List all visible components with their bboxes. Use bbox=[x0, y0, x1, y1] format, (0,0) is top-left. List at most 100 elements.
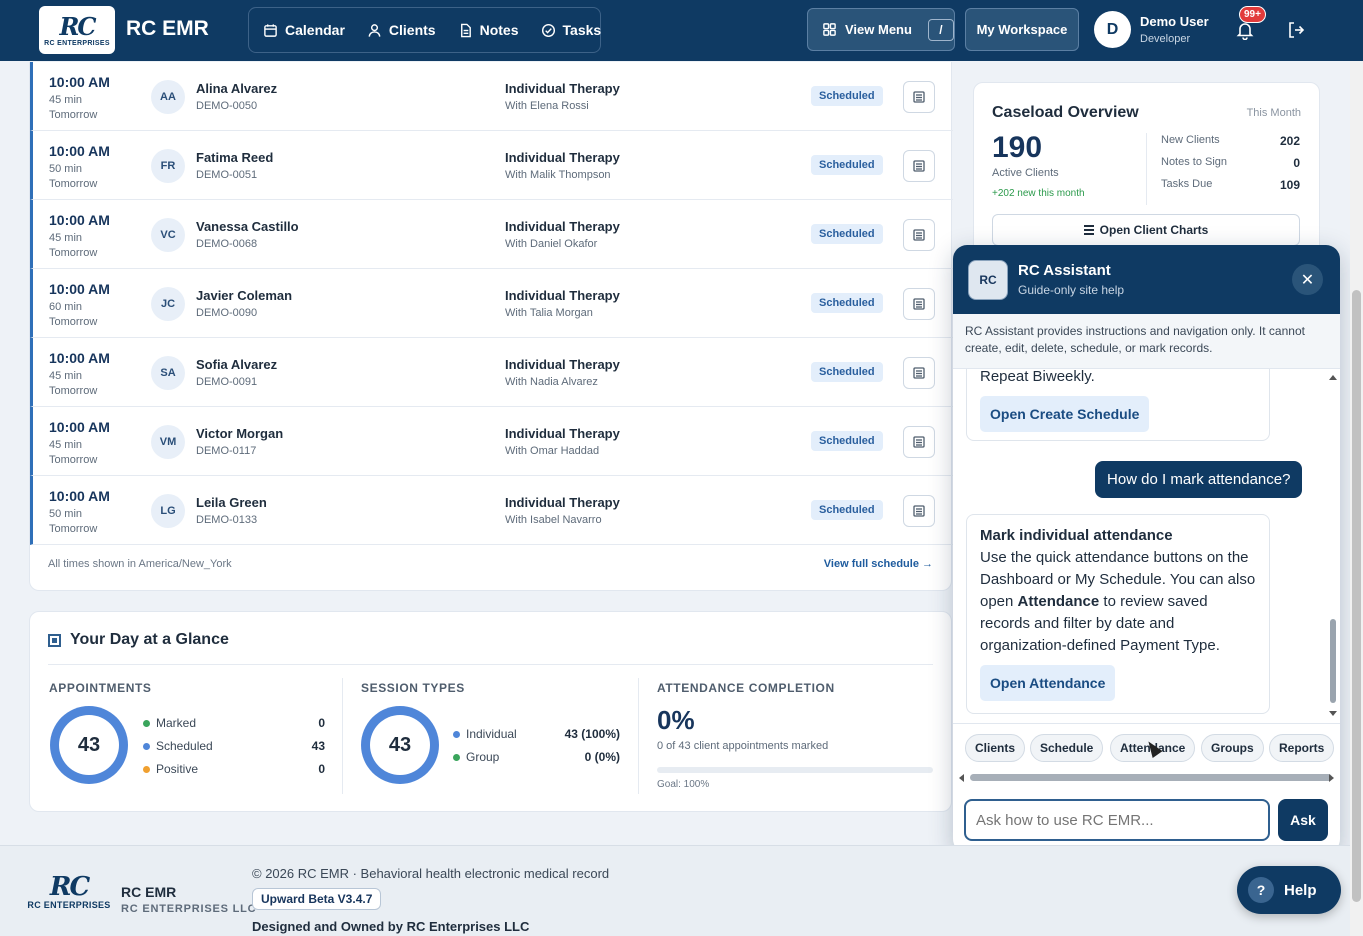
appointment-time: 10:00 AM bbox=[49, 74, 110, 90]
assistant-input[interactable] bbox=[964, 799, 1270, 841]
nav-notes[interactable]: Notes bbox=[458, 22, 519, 38]
view-menu-button[interactable]: View Menu / bbox=[807, 8, 955, 51]
appointment-duration: 60 min bbox=[49, 301, 83, 313]
legend-positive: Positive bbox=[143, 762, 198, 776]
scroll-left-icon[interactable] bbox=[957, 773, 965, 783]
open-note-button[interactable] bbox=[903, 150, 935, 182]
app-logo[interactable]: RC RC ENTERPRISES bbox=[39, 6, 115, 54]
logo-mark: RC bbox=[49, 872, 90, 902]
session-types-donut: 43 bbox=[361, 706, 439, 784]
legend-dot bbox=[143, 742, 150, 750]
ask-button[interactable]: Ask bbox=[1278, 799, 1328, 841]
client-name[interactable]: Leila Green bbox=[196, 495, 267, 510]
nav-calendar-label: Calendar bbox=[285, 22, 345, 38]
appointment-row[interactable]: 10:00 AM 45 min Tomorrow SA Sofia Alvarez DEM… bbox=[30, 338, 953, 407]
appointments-total: 43 bbox=[59, 715, 119, 775]
close-icon[interactable]: ✕ bbox=[1292, 264, 1323, 295]
scroll-down-icon[interactable] bbox=[1328, 710, 1338, 718]
legend-scheduled: Scheduled bbox=[143, 739, 213, 753]
open-note-button[interactable] bbox=[903, 357, 935, 389]
appointment-day: Tomorrow bbox=[49, 247, 98, 259]
footer-copyright: © 2026 RC EMR · Behavioral health electr… bbox=[252, 866, 610, 881]
open-create-schedule-button[interactable]: Open Create Schedule bbox=[980, 396, 1150, 432]
help-button[interactable]: ? Help bbox=[1237, 866, 1341, 914]
nav-calendar[interactable]: Calendar bbox=[263, 22, 345, 38]
scroll-right-icon[interactable] bbox=[1328, 773, 1336, 783]
attendance-progress-bar bbox=[657, 767, 933, 773]
appointment-row[interactable]: 10:00 AM 45 min Tomorrow VM Victor Morgan DEM… bbox=[30, 407, 953, 476]
appointment-row[interactable]: 10:00 AM 60 min Tomorrow JC Javier Coleman DE… bbox=[30, 269, 953, 338]
client-id: DEMO-0051 bbox=[196, 169, 258, 181]
list-icon bbox=[1083, 225, 1094, 235]
appointment-row[interactable]: 10:00 AM 50 min Tomorrow LG Leila Green DEMO-… bbox=[30, 476, 953, 545]
legend-dot bbox=[143, 719, 150, 727]
clinician: With Daniel Okafor bbox=[505, 238, 598, 250]
session-total: 43 bbox=[370, 715, 430, 775]
legend-value: 0 bbox=[318, 762, 325, 776]
client-name[interactable]: Victor Morgan bbox=[196, 426, 283, 441]
appointment-day: Tomorrow bbox=[49, 178, 98, 190]
my-workspace-button[interactable]: My Workspace bbox=[965, 8, 1079, 51]
clinician: With Elena Rossi bbox=[505, 100, 589, 112]
user-icon bbox=[368, 23, 381, 37]
open-note-button[interactable] bbox=[903, 495, 935, 527]
calendar-icon bbox=[264, 23, 277, 37]
open-note-button[interactable] bbox=[903, 288, 935, 320]
help-label: Help bbox=[1284, 881, 1317, 899]
assistant-notice: RC Assistant provides instructions and n… bbox=[953, 314, 1340, 369]
client-name[interactable]: Sofia Alvarez bbox=[196, 357, 277, 372]
logout-icon[interactable] bbox=[1286, 20, 1306, 40]
page-scrollbar-thumb[interactable] bbox=[1352, 290, 1361, 902]
legend-dot bbox=[453, 730, 460, 738]
footer-ownership: Designed and Owned by RC Enterprises LLC bbox=[252, 919, 530, 934]
view-full-schedule-link[interactable]: View full schedule → bbox=[824, 558, 933, 570]
user-avatar[interactable]: D bbox=[1094, 11, 1131, 48]
legend-label: Positive bbox=[156, 762, 199, 776]
client-name[interactable]: Vanessa Castillo bbox=[196, 219, 299, 234]
appointments-donut: 43 bbox=[50, 706, 128, 784]
appointment-row[interactable]: 10:00 AM 45 min Tomorrow VC Vanessa Castillo… bbox=[30, 200, 953, 269]
open-note-button[interactable] bbox=[903, 219, 935, 251]
question-icon: ? bbox=[1248, 877, 1274, 903]
nav-tasks[interactable]: Tasks bbox=[541, 22, 602, 38]
bell-icon[interactable] bbox=[1235, 20, 1255, 40]
client-name[interactable]: Fatima Reed bbox=[196, 150, 273, 165]
nav-clients-label: Clients bbox=[388, 22, 436, 38]
client-name[interactable]: Javier Coleman bbox=[196, 288, 292, 303]
chip-scrollbar[interactable] bbox=[970, 774, 1332, 781]
appointment-row[interactable]: 10:00 AM 45 min Tomorrow AA Alina Alvarez DEM… bbox=[30, 62, 953, 131]
open-note-button[interactable] bbox=[903, 426, 935, 458]
document-icon bbox=[460, 23, 471, 37]
legend-dot bbox=[453, 753, 460, 761]
session-type: Individual Therapy bbox=[505, 426, 620, 441]
assistant-chat-log[interactable]: Only for Today, Repeat Weekly, or Repeat… bbox=[953, 369, 1340, 718]
notification-badge: 99+ bbox=[1239, 6, 1266, 23]
open-attendance-button[interactable]: Open Attendance bbox=[980, 665, 1116, 701]
legend-label: Marked bbox=[156, 716, 197, 730]
client-id: DEMO-0117 bbox=[196, 445, 257, 457]
chip-schedule[interactable]: Schedule bbox=[1030, 734, 1104, 762]
client-name[interactable]: Alina Alvarez bbox=[196, 81, 277, 96]
chat-scrollbar-thumb[interactable] bbox=[1330, 619, 1336, 703]
session-type: Individual Therapy bbox=[505, 495, 620, 510]
app-title: RC EMR bbox=[126, 17, 209, 40]
chip-clients[interactable]: Clients bbox=[965, 734, 1026, 762]
appointments-heading: APPOINTMENTS bbox=[49, 681, 152, 695]
open-client-charts-button[interactable]: Open Client Charts bbox=[992, 214, 1300, 246]
open-client-charts-label: Open Client Charts bbox=[1099, 223, 1209, 237]
appointment-time: 10:00 AM bbox=[49, 419, 110, 435]
chip-groups[interactable]: Groups bbox=[1201, 734, 1264, 762]
appointment-day: Tomorrow bbox=[49, 316, 98, 328]
appointment-duration: 45 min bbox=[49, 370, 83, 382]
nav-tasks-label: Tasks bbox=[562, 22, 602, 38]
open-note-button[interactable] bbox=[903, 81, 935, 113]
client-id: DEMO-0090 bbox=[196, 307, 258, 319]
status-badge: Scheduled bbox=[811, 86, 883, 106]
legend-marked: Marked bbox=[143, 716, 196, 730]
legend-value: 0 (0%) bbox=[584, 750, 620, 764]
chip-reports[interactable]: Reports bbox=[1269, 734, 1335, 762]
dashboard-icon bbox=[48, 634, 61, 647]
scroll-up-icon[interactable] bbox=[1328, 373, 1338, 381]
appointment-row[interactable]: 10:00 AM 50 min Tomorrow FR Fatima Reed DEMO-… bbox=[30, 131, 953, 200]
nav-clients[interactable]: Clients bbox=[367, 22, 436, 38]
